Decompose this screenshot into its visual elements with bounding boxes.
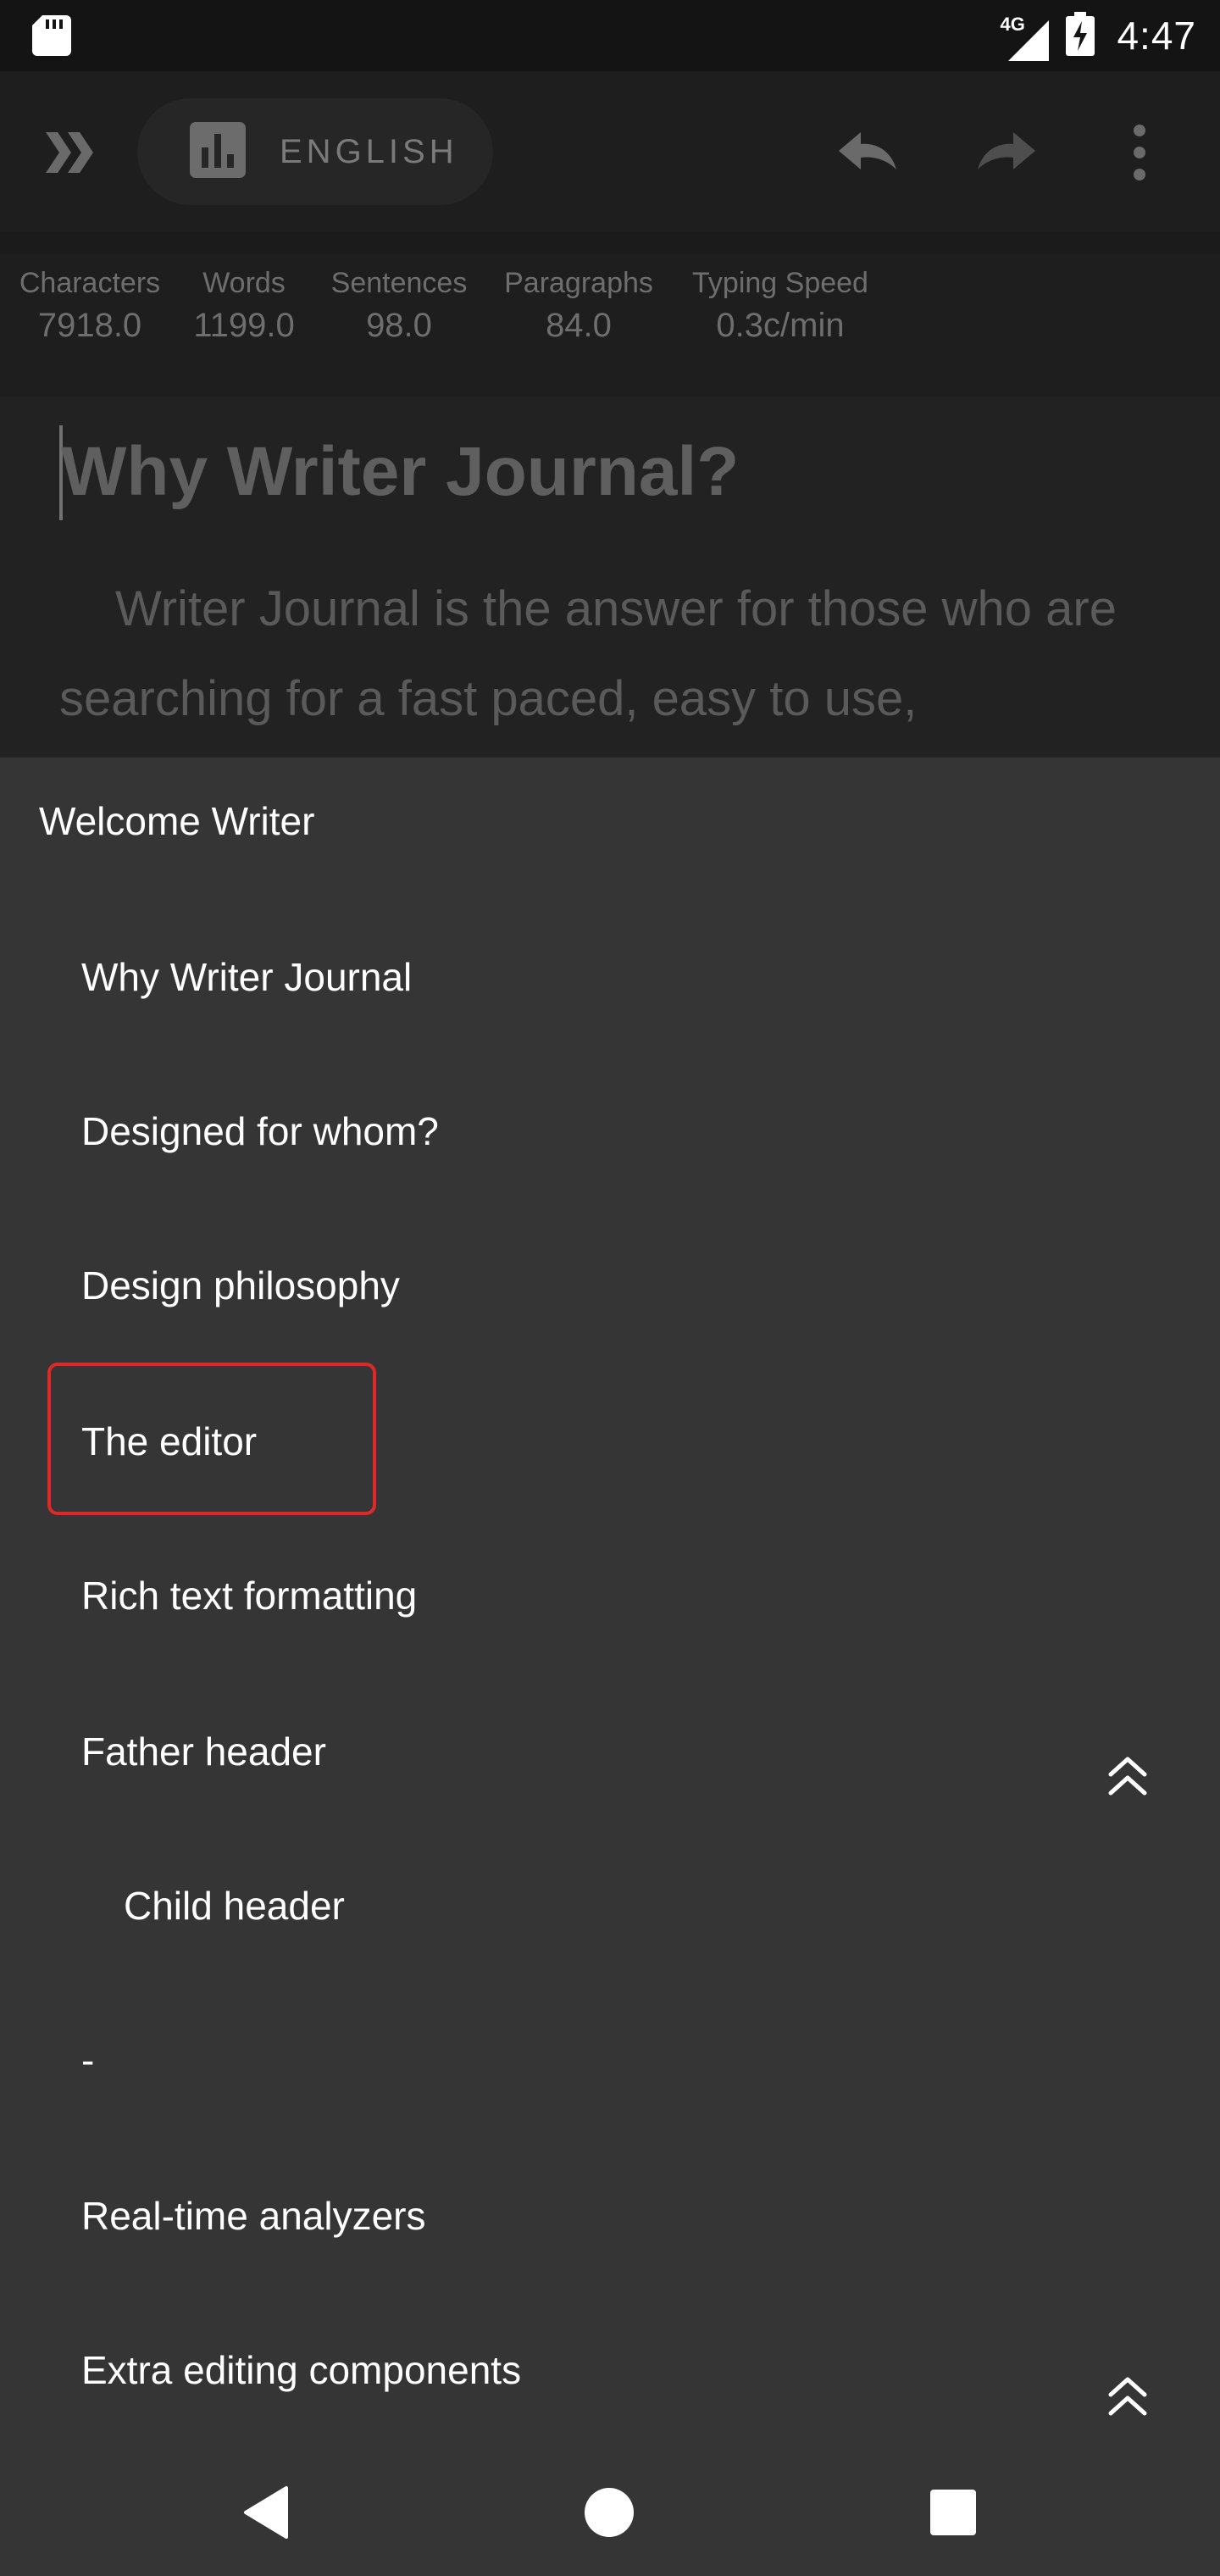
- stat-value: 7918.0: [37, 307, 142, 344]
- signal-icon: [1008, 20, 1050, 65]
- stat-label: Characters: [19, 267, 161, 299]
- undo-icon[interactable]: [835, 127, 903, 182]
- signal-indicator: 4G: [1000, 8, 1054, 63]
- language-label: ENGLISH: [280, 132, 458, 170]
- more-vert-icon[interactable]: [1125, 124, 1154, 186]
- stat-sentences: Sentences 98.0: [322, 266, 476, 347]
- outline-item-father-header[interactable]: Father header: [81, 1729, 326, 1774]
- outline-item-welcome-writer[interactable]: Welcome Writer: [39, 798, 314, 844]
- outline-item-dash[interactable]: -: [81, 2037, 94, 2083]
- outline-item-why-writer-journal[interactable]: Why Writer Journal: [81, 954, 412, 1000]
- outline-sheet: Welcome Writer Why Writer Journal Design…: [0, 758, 1220, 2576]
- document-title: Why Writer Journal?: [61, 433, 740, 510]
- stat-characters: Characters 7918.0: [17, 266, 163, 347]
- stat-value: 84.0: [546, 307, 612, 344]
- expand-icon[interactable]: [44, 130, 97, 179]
- stat-paragraphs: Paragraphs 84.0: [496, 266, 661, 347]
- redo-icon[interactable]: [971, 127, 1039, 182]
- stat-label: Sentences: [330, 267, 468, 299]
- scroll-up-icon[interactable]: [1106, 1754, 1149, 1804]
- recents-icon[interactable]: [929, 2483, 978, 2546]
- stat-label: Words: [202, 267, 286, 299]
- stat-typing-speed: Typing Speed 0.3c/min: [685, 266, 876, 347]
- stat-words: Words 1199.0: [180, 266, 308, 347]
- stat-value: 0.3c/min: [716, 307, 845, 344]
- stat-label: Typing Speed: [692, 267, 868, 299]
- home-icon[interactable]: [583, 2483, 635, 2546]
- battery-charging-icon: [1066, 11, 1095, 60]
- back-icon[interactable]: [241, 2483, 291, 2546]
- outline-item-child-header[interactable]: Child header: [124, 1883, 345, 1929]
- outline-item-design-philosophy[interactable]: Design philosophy: [81, 1263, 400, 1308]
- navigation-bar: [0, 2449, 1220, 2576]
- outline-item-rich-text-formatting[interactable]: Rich text formatting: [81, 1573, 417, 1618]
- editor[interactable]: Why Writer Journal? Writer Journal is th…: [0, 397, 1220, 758]
- language-chip[interactable]: ENGLISH: [137, 98, 493, 205]
- stats-icon: [190, 121, 246, 182]
- sd-card-icon: [32, 15, 71, 60]
- scroll-up-icon[interactable]: [1106, 2374, 1149, 2424]
- outline-item-designed-for-whom[interactable]: Designed for whom?: [81, 1108, 439, 1154]
- outline-item-the-editor[interactable]: The editor: [81, 1418, 257, 1464]
- stats-row: Characters 7918.0 Words 1199.0 Sentences…: [0, 254, 1220, 397]
- stat-value: 98.0: [366, 307, 432, 344]
- status-bar: 4G 4:47: [0, 0, 1220, 71]
- outline-item-extra-editing-components[interactable]: Extra editing components: [81, 2347, 521, 2393]
- status-indicators: 4G 4:47: [1000, 8, 1196, 63]
- clock: 4:47: [1117, 14, 1196, 58]
- stat-label: Paragraphs: [504, 267, 653, 299]
- outline-item-real-time-analyzers[interactable]: Real-time analyzers: [81, 2193, 425, 2239]
- stat-value: 1199.0: [193, 307, 295, 344]
- document-body: Writer Journal is the answer for those w…: [59, 581, 1117, 726]
